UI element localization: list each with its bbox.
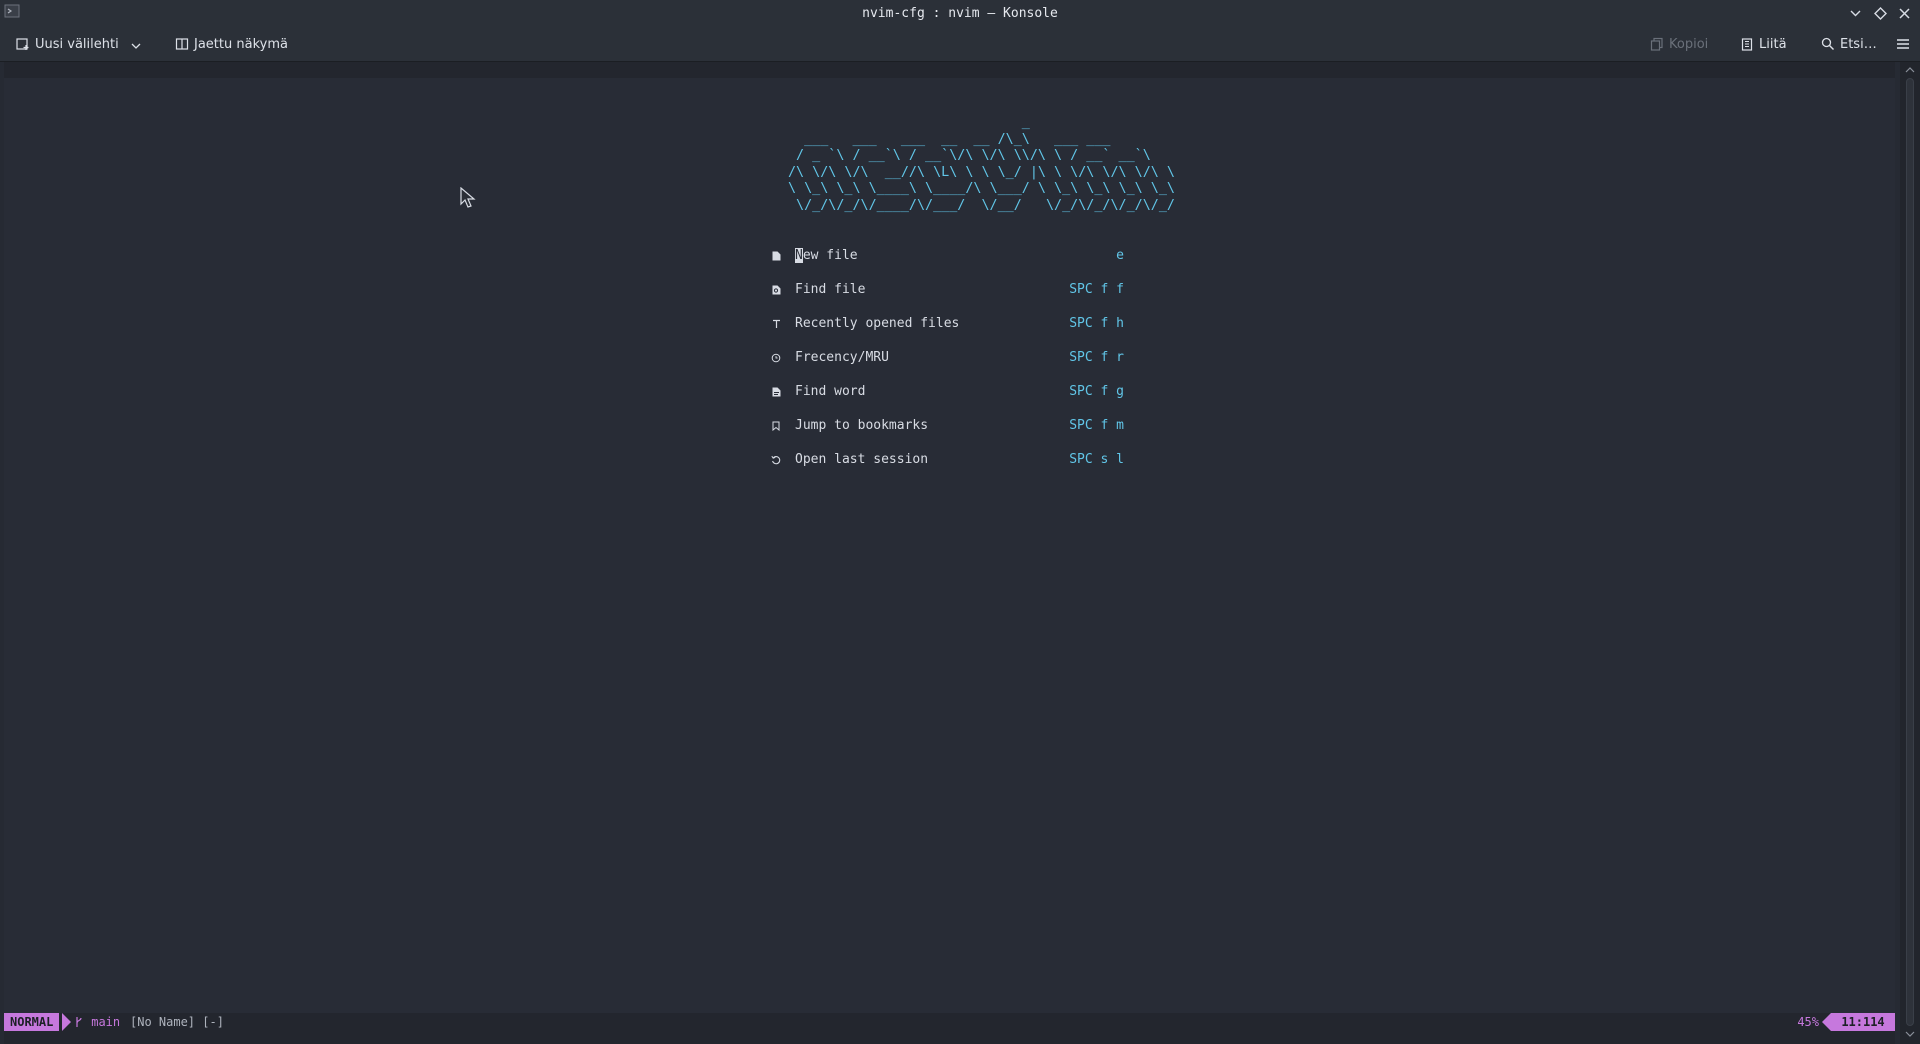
hamburger-menu-icon — [1897, 39, 1909, 49]
scrollbar[interactable] — [1900, 62, 1920, 1044]
terminal-top-strip — [4, 62, 1895, 78]
dashboard-header-ascii: _ ___ ___ ___ __ __ /\_\ ___ ___ / _ `\ … — [788, 115, 1175, 213]
paste-label: Liitä — [1759, 36, 1787, 52]
menu-item-shortcut: SPC f m — [1069, 418, 1124, 433]
position-separator — [1822, 1013, 1831, 1031]
file-search-icon — [771, 285, 781, 295]
split-view-icon — [175, 38, 189, 50]
text-cursor: N — [795, 248, 803, 263]
menu-item-shortcut: SPC f r — [1069, 350, 1124, 365]
menu-item-label: Frecency/MRU — [795, 350, 889, 365]
mouse-pointer-icon — [460, 187, 476, 208]
hamburger-menu-button[interactable] — [1896, 27, 1910, 61]
copy-label: Kopioi — [1669, 36, 1709, 52]
find-label: Etsi… — [1840, 36, 1877, 52]
mode-indicator: NORMAL — [4, 1013, 60, 1031]
status-line: NORMAL main [No Name] [-] 45% 11:114 — [4, 1013, 1895, 1031]
mode-separator — [62, 1013, 71, 1031]
scrollbar-thumb[interactable] — [1906, 78, 1914, 1026]
maximize-icon[interactable] — [1872, 5, 1889, 22]
dashboard-menu: New file e Find file SPC f f Recently op… — [768, 246, 1128, 484]
split-view-button[interactable]: Jaettu näkymä — [175, 27, 288, 61]
menu-item-last-session[interactable]: Open last session SPC s l — [768, 450, 1128, 484]
file-icon — [771, 251, 781, 261]
scroll-percent: 45% — [1797, 1015, 1819, 1029]
copy-icon — [1650, 37, 1663, 51]
close-icon[interactable] — [1896, 5, 1913, 22]
git-branch: main — [74, 1013, 120, 1031]
menu-item-shortcut: SPC f h — [1069, 316, 1124, 331]
menu-item-find-file[interactable]: Find file SPC f f — [768, 280, 1128, 314]
menu-item-recent-files[interactable]: Recently opened files SPC f h — [768, 314, 1128, 348]
menu-item-bookmarks[interactable]: Jump to bookmarks SPC f m — [768, 416, 1128, 450]
file-text-icon — [771, 387, 781, 397]
history-icon — [771, 319, 781, 329]
clock-icon — [771, 353, 781, 363]
command-line[interactable] — [4, 1031, 1895, 1044]
menu-item-label: Find file — [795, 282, 866, 297]
menu-item-label: New file — [795, 248, 858, 263]
buffer-name: [No Name] [-] — [130, 1015, 224, 1029]
search-icon — [1821, 37, 1834, 50]
split-view-label: Jaettu näkymä — [194, 36, 288, 52]
paste-icon — [1741, 38, 1753, 51]
restore-icon — [771, 455, 781, 465]
menu-item-label: Jump to bookmarks — [795, 418, 929, 433]
window-title: nvim-cfg : nvim — Konsole — [862, 6, 1058, 21]
paste-button[interactable]: Liitä — [1740, 27, 1787, 61]
menu-item-new-file[interactable]: New file e — [768, 246, 1128, 280]
new-tab-label: Uusi välilehti — [35, 36, 119, 52]
menu-item-shortcut: e — [1116, 248, 1124, 263]
new-tab-icon — [16, 38, 29, 50]
menu-item-shortcut: SPC f f — [1069, 282, 1124, 297]
git-branch-icon — [76, 1017, 82, 1027]
git-branch-name: main — [91, 1015, 121, 1029]
menu-item-label: Find word — [795, 384, 866, 399]
find-button[interactable]: Etsi… — [1821, 27, 1877, 61]
title-bar: nvim-cfg : nvim — Konsole — [0, 0, 1920, 27]
cursor-position: 11:114 — [1831, 1013, 1895, 1031]
scroll-down-icon[interactable] — [1905, 1030, 1915, 1038]
scroll-up-icon[interactable] — [1905, 66, 1915, 74]
menu-item-label: Recently opened files — [795, 316, 960, 331]
terminal-view[interactable] — [4, 78, 1895, 1013]
toolbar: Uusi välilehti Jaettu näkymä Kopioi Liit… — [0, 27, 1920, 62]
menu-item-shortcut: SPC f g — [1069, 384, 1124, 399]
menu-item-shortcut: SPC s l — [1069, 452, 1124, 467]
new-tab-button[interactable]: Uusi välilehti — [16, 27, 142, 61]
minimize-icon[interactable] — [1847, 5, 1864, 22]
menu-item-find-word[interactable]: Find word SPC f g — [768, 382, 1128, 416]
copy-button[interactable]: Kopioi — [1650, 27, 1708, 61]
menu-item-label: Open last session — [795, 452, 929, 467]
bookmark-icon — [771, 421, 781, 431]
menu-item-frecency[interactable]: Frecency/MRU SPC f r — [768, 348, 1128, 382]
chevron-down-icon[interactable] — [130, 40, 142, 52]
